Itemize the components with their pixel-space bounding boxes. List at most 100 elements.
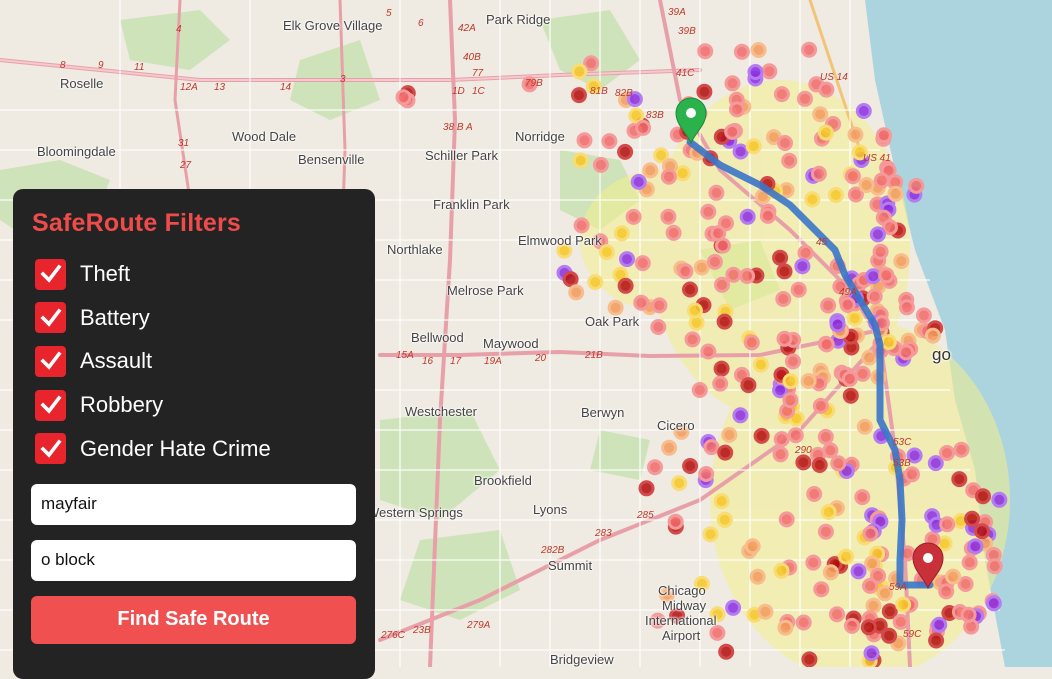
crime-marker[interactable] — [893, 253, 910, 270]
crime-marker[interactable] — [957, 576, 974, 592]
crime-marker[interactable] — [818, 81, 835, 98]
crime-marker[interactable] — [781, 152, 798, 169]
crime-marker[interactable] — [939, 516, 956, 533]
crime-marker[interactable] — [878, 267, 895, 284]
crime-marker[interactable] — [776, 330, 793, 347]
crime-marker[interactable] — [844, 168, 861, 185]
crime-marker[interactable] — [986, 558, 1003, 575]
crime-marker[interactable] — [822, 442, 839, 459]
crime-marker[interactable] — [863, 645, 880, 662]
crime-marker[interactable] — [744, 538, 761, 555]
crime-marker[interactable] — [892, 613, 909, 630]
crime-marker[interactable] — [797, 90, 813, 107]
crime-marker[interactable] — [721, 426, 738, 443]
crime-marker[interactable] — [752, 356, 769, 373]
crime-marker[interactable] — [571, 63, 588, 80]
crime-marker[interactable] — [587, 274, 604, 291]
crime-marker[interactable] — [665, 224, 682, 241]
gender-hate-crime-checkbox[interactable] — [35, 433, 66, 465]
crime-marker[interactable] — [713, 493, 730, 510]
crime-marker[interactable] — [776, 263, 793, 280]
crime-marker[interactable] — [924, 327, 941, 344]
crime-marker[interactable] — [975, 488, 991, 505]
crime-marker[interactable] — [794, 258, 811, 275]
crime-marker[interactable] — [710, 225, 727, 242]
crime-marker[interactable] — [757, 603, 774, 620]
crime-marker[interactable] — [703, 439, 720, 456]
crime-marker[interactable] — [691, 382, 708, 398]
crime-marker[interactable] — [693, 259, 710, 276]
crime-marker[interactable] — [773, 562, 790, 579]
crime-marker[interactable] — [702, 526, 719, 543]
crime-marker[interactable] — [598, 244, 615, 261]
crime-marker[interactable] — [671, 475, 688, 492]
crime-marker[interactable] — [775, 291, 792, 307]
crime-marker[interactable] — [841, 370, 858, 387]
crime-marker[interactable] — [635, 119, 652, 136]
crime-marker[interactable] — [568, 284, 585, 301]
crime-marker[interactable] — [684, 331, 701, 348]
crime-marker[interactable] — [961, 554, 978, 571]
crime-marker[interactable] — [732, 407, 749, 424]
crime-marker[interactable] — [777, 619, 794, 636]
crime-marker[interactable] — [866, 288, 883, 305]
theft-checkbox[interactable] — [35, 258, 66, 290]
crime-marker[interactable] — [761, 63, 778, 80]
crime-marker[interactable] — [801, 651, 818, 667]
crime-marker[interactable] — [613, 225, 630, 242]
crime-marker[interactable] — [782, 373, 799, 390]
crime-marker[interactable] — [661, 439, 678, 456]
crime-marker[interactable] — [822, 564, 839, 581]
crime-marker[interactable] — [939, 445, 955, 461]
crime-marker[interactable] — [729, 101, 745, 118]
crime-marker[interactable] — [628, 107, 645, 124]
find-safe-route-button[interactable]: Find Safe Route — [31, 595, 356, 644]
crime-marker[interactable] — [667, 513, 684, 530]
crime-marker[interactable] — [854, 365, 871, 382]
crime-marker[interactable] — [844, 617, 860, 634]
filter-robbery[interactable]: Robbery — [35, 389, 356, 421]
crime-marker[interactable] — [895, 596, 912, 613]
crime-marker[interactable] — [865, 268, 882, 285]
crime-marker[interactable] — [829, 606, 845, 623]
crime-marker[interactable] — [747, 64, 764, 80]
crime-marker[interactable] — [812, 397, 829, 414]
crime-marker[interactable] — [806, 486, 823, 502]
crime-marker[interactable] — [873, 172, 890, 189]
crime-marker[interactable] — [820, 504, 837, 520]
crime-marker[interactable] — [697, 43, 714, 60]
crime-marker[interactable] — [938, 583, 955, 600]
crime-marker[interactable] — [674, 165, 691, 182]
crime-marker[interactable] — [601, 133, 618, 150]
crime-marker[interactable] — [855, 103, 872, 119]
crime-marker[interactable] — [732, 143, 749, 160]
crime-marker[interactable] — [712, 375, 729, 392]
crime-marker[interactable] — [904, 466, 920, 483]
crime-marker[interactable] — [708, 184, 725, 201]
crime-marker[interactable] — [651, 297, 668, 314]
crime-marker[interactable] — [772, 446, 789, 463]
end-location-input[interactable] — [31, 539, 356, 581]
crime-marker[interactable] — [677, 263, 694, 280]
crime-marker[interactable] — [872, 243, 889, 260]
crime-marker[interactable] — [698, 466, 715, 482]
crime-marker[interactable] — [706, 253, 723, 270]
crime-marker[interactable] — [795, 614, 812, 631]
crime-marker[interactable] — [927, 455, 944, 472]
crime-marker[interactable] — [709, 624, 726, 641]
crime-marker[interactable] — [562, 271, 579, 288]
crime-marker[interactable] — [573, 217, 590, 234]
crime-marker[interactable] — [887, 185, 904, 202]
crime-marker[interactable] — [817, 124, 834, 141]
crime-marker[interactable] — [787, 427, 804, 444]
crime-marker[interactable] — [716, 313, 733, 330]
crime-marker[interactable] — [660, 208, 677, 225]
crime-marker[interactable] — [862, 525, 879, 542]
crime-marker[interactable] — [846, 310, 863, 327]
crime-marker[interactable] — [797, 244, 814, 261]
crime-marker[interactable] — [811, 457, 828, 473]
crime-marker[interactable] — [700, 343, 717, 360]
crime-marker[interactable] — [700, 203, 717, 220]
crime-marker[interactable] — [759, 207, 776, 224]
crime-marker[interactable] — [714, 276, 730, 293]
